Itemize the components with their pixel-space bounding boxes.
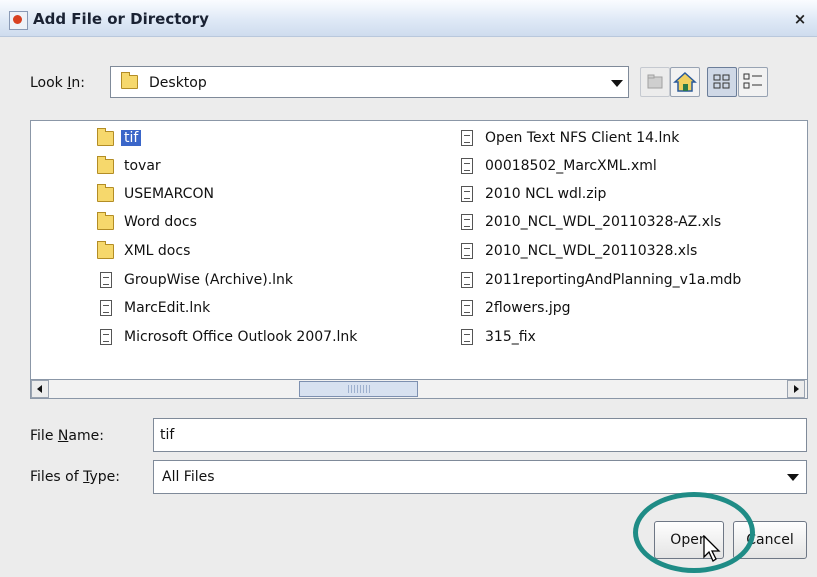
list-item[interactable]: 2010_NCL_WDL_20110328.xls [458,241,697,261]
mouse-cursor-icon [703,535,721,562]
files-of-type-combo[interactable]: All Files [153,460,807,494]
list-item[interactable]: 2010_NCL_WDL_20110328-AZ.xls [458,212,721,232]
files-of-type-label: Files of Type: [30,469,121,485]
details-view-icon [743,73,762,89]
up-folder-icon [647,74,663,89]
java-icon [9,11,28,30]
list-view-button[interactable] [707,67,737,97]
list-item[interactable]: 2011reportingAndPlanning_v1a.mdb [458,270,741,290]
folder-icon [121,72,138,89]
file-icon [100,300,112,316]
dialog-title: Add File or Directory [33,10,209,28]
list-item[interactable]: Word docs [97,211,197,232]
scroll-right-button[interactable] [787,380,805,398]
list-item[interactable]: GroupWise (Archive).lnk [97,270,293,290]
folder-icon [97,127,114,146]
home-button[interactable] [670,67,700,97]
file-icon [461,186,473,202]
arrow-left-icon [37,385,42,393]
list-item[interactable]: 2flowers.jpg [458,298,571,318]
file-name-input[interactable] [153,418,807,452]
title-bar: Add File or Directory × [0,0,817,37]
chevron-down-icon[interactable] [787,474,799,481]
file-icon [461,329,473,345]
file-icon [461,300,473,316]
folder-icon [97,211,114,230]
file-icon [461,272,473,288]
file-icon [100,272,112,288]
scroll-thumb[interactable] [299,381,418,397]
file-name-field[interactable] [154,419,806,451]
close-button[interactable]: × [790,10,810,28]
list-view-icon [713,74,730,89]
list-item[interactable]: USEMARCON [97,183,214,204]
list-item[interactable]: XML docs [97,240,190,261]
list-item[interactable]: Microsoft Office Outlook 2007.lnk [97,327,357,347]
list-item[interactable]: MarcEdit.lnk [97,298,210,318]
file-icon [461,214,473,230]
up-one-level-button[interactable] [640,67,670,97]
horizontal-scrollbar[interactable] [30,379,808,399]
look-in-label: Look In: [30,75,85,91]
scroll-grip [348,385,370,393]
folder-icon [97,240,114,259]
home-icon [673,71,697,92]
files-of-type-value: All Files [162,469,215,485]
cancel-button[interactable]: Cancel [733,521,807,559]
scroll-left-button[interactable] [31,380,49,398]
list-item[interactable]: Open Text NFS Client 14.lnk [458,128,679,148]
folder-icon [97,155,114,174]
list-item[interactable]: 2010 NCL wdl.zip [458,184,606,204]
file-list[interactable]: tif tovar USEMARCON Word docs XML docs G… [30,120,808,380]
look-in-combo[interactable]: Desktop [110,66,629,98]
list-item[interactable]: 315_fix [458,327,536,347]
list-item[interactable]: tif [97,127,142,148]
arrow-right-icon [794,385,799,393]
chevron-down-icon[interactable] [611,80,623,87]
details-view-button[interactable] [738,67,768,97]
file-name-label: File Name: [30,428,104,444]
look-in-value: Desktop [149,75,207,91]
file-icon [461,243,473,259]
file-icon [100,329,112,345]
add-file-dialog: Add File or Directory × Look In: Desktop [0,0,817,577]
file-icon [461,158,473,174]
list-item[interactable]: tovar [97,155,161,176]
list-item[interactable]: 00018502_MarcXML.xml [458,156,657,176]
folder-icon [97,183,114,202]
file-icon [461,130,473,146]
